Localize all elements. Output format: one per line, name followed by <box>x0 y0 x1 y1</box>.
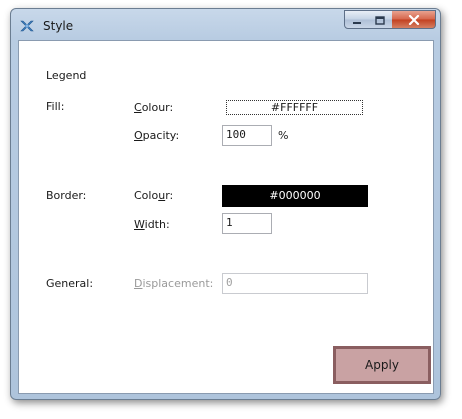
border-colour-swatch[interactable]: #000000 <box>222 185 368 207</box>
title-bar[interactable]: Style <box>11 9 440 40</box>
border-width-label: Width: <box>134 218 170 232</box>
minimize-icon <box>352 10 362 29</box>
close-button[interactable] <box>392 10 436 29</box>
border-colour-label-rest: r: <box>165 189 174 202</box>
border-colour-label-pre: Colo <box>134 189 159 202</box>
minimize-button[interactable] <box>344 10 369 29</box>
close-icon <box>408 10 420 29</box>
maximize-button[interactable] <box>368 10 393 29</box>
fill-opacity-unit: % <box>278 129 289 142</box>
app-icon <box>19 18 35 34</box>
displacement-label-rest: isplacement: <box>142 277 214 290</box>
fill-opacity-input[interactable]: 100 <box>222 125 272 146</box>
fill-opacity-label: Opacity: <box>134 129 179 143</box>
maximize-icon <box>375 10 385 29</box>
window-title: Style <box>43 19 74 33</box>
fill-opacity-label-rest: pacity: <box>142 129 180 142</box>
fill-group-label: Fill: <box>46 100 65 113</box>
border-colour-label: Colour: <box>134 189 173 203</box>
border-group-label: Border: <box>46 189 87 202</box>
dialog-content: Legend Fill: Colour: #FFFFFF Opacity: 10… <box>18 40 434 394</box>
style-dialog-window: Style Legend Fill: Colour: #FFFFFF Opaci… <box>10 8 441 400</box>
fill-colour-label-rest: olour: <box>141 101 174 114</box>
border-width-input[interactable]: 1 <box>222 213 272 234</box>
fill-opacity-label-key: O <box>134 129 143 142</box>
border-width-label-key: W <box>134 218 145 231</box>
apply-button[interactable]: Apply <box>333 346 431 384</box>
general-group-label: General: <box>46 277 94 290</box>
section-heading: Legend <box>46 69 87 82</box>
fill-colour-label: Colour: <box>134 101 173 115</box>
border-width-label-rest: idth: <box>144 218 170 231</box>
displacement-label: Displacement: <box>134 277 213 291</box>
fill-colour-swatch[interactable]: #FFFFFF <box>226 100 363 115</box>
displacement-input[interactable]: 0 <box>222 273 368 294</box>
fill-colour-label-key: C <box>134 101 142 114</box>
